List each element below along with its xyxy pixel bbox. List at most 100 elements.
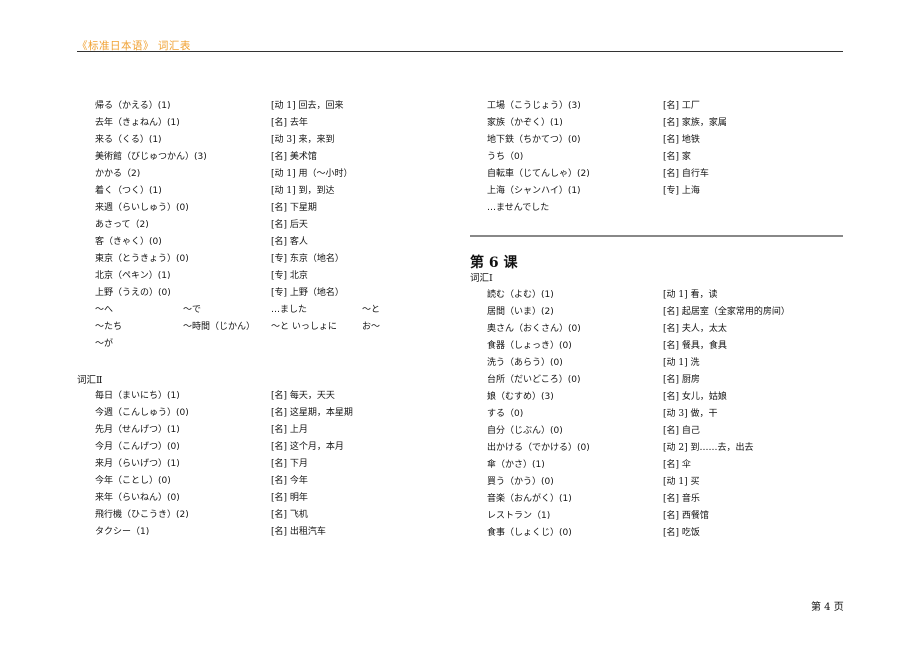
vocab-entry: する（0) [动 3] 做，干: [487, 406, 847, 423]
particle-grid: ～へ ～で …ました ～と ～たち ～時間（じかん） ～と いっしょに お～ ～が: [95, 302, 455, 353]
vocab-entry: 来る（くる）(1) [动 3] 来，来到: [95, 132, 455, 149]
vocab-japanese: 先月（せんげつ）(1): [95, 425, 180, 435]
vocab-meaning: [名] 餐具，食具: [663, 341, 727, 351]
vocab-entry: 食事（しょくじ）(0) [名] 吃饭: [487, 525, 847, 542]
vocab-japanese: 来週（らいしゅう）(0): [95, 203, 189, 213]
particle-item: ～たち: [95, 322, 123, 332]
vocab-japanese: 奥さん（おくさん）(0): [487, 324, 581, 334]
vocab-entry: 美術館（びじゅつかん）(3) [名] 美术馆: [95, 149, 455, 166]
vocab-meaning: [动 1] 买: [663, 477, 700, 487]
vocab-meaning: [名] 工厂: [663, 101, 700, 111]
vocab-entry: 着く（つく）(1) [动 1] 到，到达: [95, 183, 455, 200]
vocab-entry: 上野（うえの）(0) [专] 上野（地名）: [95, 285, 455, 302]
vocab-meaning: [动 1] 回去，回来: [271, 101, 344, 111]
vocab-meaning: [名] 明年: [271, 493, 308, 503]
vocab-meaning: [名] 家: [663, 152, 691, 162]
vocab-japanese: うち（0): [487, 152, 524, 162]
particle-row: ～たち ～時間（じかん） ～と いっしょに お～: [95, 319, 455, 336]
vocab-entry: あさって（2) [名] 后天: [95, 217, 455, 234]
vocab-meaning: [名] 自行车: [663, 169, 709, 179]
vocab-japanese: 音楽（おんがく）(1): [487, 494, 572, 504]
vocab-entry: 来月（らいげつ）(1) [名] 下月: [95, 456, 455, 473]
vocab-list-left-a: 帰る（かえる）(1) [动 1] 回去，回来 去年（きょねん）(1) [名] 去年 来る…: [95, 98, 455, 302]
particle-item: お～: [362, 322, 381, 332]
vocab-meaning: [专] 北京: [271, 271, 308, 281]
vocab-japanese: 上海（シャンハイ）(1): [487, 186, 581, 196]
section-label-vocab-2: 词汇Ⅱ: [77, 375, 103, 386]
vocab-entry: …ませんでした: [487, 200, 847, 217]
vocab-meaning: [动 2] 到……去，出去: [663, 443, 754, 453]
vocab-entry: かかる（2) [动 1] 用（～小时）: [95, 166, 455, 183]
particle-row: ～が: [95, 336, 455, 353]
vocab-entry: 先月（せんげつ）(1) [名] 上月: [95, 422, 455, 439]
particle-item: ～と: [362, 305, 381, 315]
vocab-meaning: [名] 起居室（全家常用的房间）: [663, 307, 790, 317]
vocab-japanese: 洗う（あらう）(0): [487, 358, 563, 368]
vocab-entry: 買う（かう）(0) [动 1] 买: [487, 474, 847, 491]
vocab-entry: 上海（シャンハイ）(1) [专] 上海: [487, 183, 847, 200]
vocab-japanese: 家族（かぞく）(1): [487, 118, 563, 128]
vocab-japanese: 帰る（かえる）(1): [95, 101, 171, 111]
vocab-meaning: [名] 厨房: [663, 375, 700, 385]
vocab-meaning: [名] 西餐馆: [663, 511, 709, 521]
section-label-vocab-1: 词汇Ⅰ: [470, 273, 493, 284]
vocab-entry: 食器（しょっき）(0) [名] 餐具，食具: [487, 338, 847, 355]
vocab-meaning: [名] 这个月，本月: [271, 442, 344, 452]
vocab-meaning: [名] 每天，天天: [271, 391, 335, 401]
vocab-japanese: 傘（かさ）(1): [487, 460, 545, 470]
vocab-entry: 来週（らいしゅう）(0) [名] 下星期: [95, 200, 455, 217]
vocab-japanese: 飛行機（ひこうき）(2): [95, 510, 189, 520]
vocab-entry: 洗う（あらう）(0) [动 1] 洗: [487, 355, 847, 372]
vocab-entry: 客（きゃく）(0) [名] 客人: [95, 234, 455, 251]
vocab-entry: 居間（いま）(2) [名] 起居室（全家常用的房间）: [487, 304, 847, 321]
vocab-entry: 今月（こんげつ）(0) [名] 这个月，本月: [95, 439, 455, 456]
vocab-entry: 自転車（じてんしゃ）(2) [名] 自行车: [487, 166, 847, 183]
vocab-japanese: 来月（らいげつ）(1): [95, 459, 180, 469]
vocab-meaning: [动 1] 看，读: [663, 290, 718, 300]
vocab-meaning: [动 1] 用（～小时）: [271, 169, 353, 179]
vocab-entry: うち（0) [名] 家: [487, 149, 847, 166]
vocab-japanese: 客（きゃく）(0): [95, 237, 162, 247]
vocab-meaning: [名] 飞机: [271, 510, 308, 520]
vocab-entry: 台所（だいどころ）(0) [名] 厨房: [487, 372, 847, 389]
vocab-entry: 来年（らいねん）(0) [名] 明年: [95, 490, 455, 507]
vocab-japanese: 出かける（でかける）(0): [487, 443, 590, 453]
vocab-meaning: [名] 上月: [271, 425, 308, 435]
vocab-list-right-b: 読む（よむ）(1) [动 1] 看，读 居間（いま）(2) [名] 起居室（全家常用的…: [487, 287, 847, 542]
vocab-list-right-a: 工場（こうじょう）(3) [名] 工厂家族（かぞく）(1) [名] 家族，家属地下鉄…: [487, 98, 847, 217]
vocab-entry: 毎日（まいにち）(1) [名] 每天，天天: [95, 388, 455, 405]
vocab-japanese: 台所（だいどころ）(0): [487, 375, 581, 385]
vocab-entry: 北京（ペキン）(1) [专] 北京: [95, 268, 455, 285]
vocab-meaning: [名] 吃饭: [663, 528, 700, 538]
vocab-entry: 工場（こうじょう）(3) [名] 工厂: [487, 98, 847, 115]
vocab-entry: 奥さん（おくさん）(0) [名] 夫人，太太: [487, 321, 847, 338]
vocab-japanese: 来年（らいねん）(0): [95, 493, 180, 503]
vocab-meaning: [专] 上海: [663, 186, 700, 196]
vocab-entry: 家族（かぞく）(1) [名] 家族，家属: [487, 115, 847, 132]
vocab-meaning: [名] 出租汽车: [271, 527, 326, 537]
left-column-section2: 毎日（まいにち）(1) [名] 每天，天天 今週（こんしゅう）(0) [名] 这星期，…: [95, 388, 455, 541]
vocab-japanese: 着く（つく）(1): [95, 186, 162, 196]
vocab-entry: 音楽（おんがく）(1) [名] 音乐: [487, 491, 847, 508]
vocab-meaning: [名] 下月: [271, 459, 308, 469]
vocab-entry: タクシー（1) [名] 出租汽车: [95, 524, 455, 541]
vocab-meaning: [动 3] 做，干: [663, 409, 718, 419]
vocab-meaning: [动 3] 来，来到: [271, 135, 335, 145]
vocab-japanese: 東京（とうきょう）(0): [95, 254, 189, 264]
vocab-entry: レストラン（1) [名] 西餐馆: [487, 508, 847, 525]
header-divider: [77, 51, 843, 52]
vocab-meaning: [名] 地铁: [663, 135, 700, 145]
vocab-entry: 傘（かさ）(1) [名] 伞: [487, 457, 847, 474]
particle-item: ～へ: [95, 305, 114, 315]
vocab-list-left-b: 毎日（まいにち）(1) [名] 每天，天天 今週（こんしゅう）(0) [名] 这星期，…: [95, 388, 455, 541]
vocab-meaning: [名] 这星期，本星期: [271, 408, 353, 418]
vocab-meaning: [动 1] 洗: [663, 358, 700, 368]
vocab-japanese: する（0): [487, 409, 524, 419]
vocab-entry: 今年（ことし）(0) [名] 今年: [95, 473, 455, 490]
right-column: 工場（こうじょう）(3) [名] 工厂家族（かぞく）(1) [名] 家族，家属地下鉄…: [487, 98, 847, 217]
vocab-entry: 地下鉄（ちかてつ）(0) [名] 地铁: [487, 132, 847, 149]
vocab-meaning: [名] 后天: [271, 220, 308, 230]
vocab-meaning: [名] 去年: [271, 118, 308, 128]
vocab-japanese: 居間（いま）(2): [487, 307, 554, 317]
vocab-meaning: [名] 家族，家属: [663, 118, 727, 128]
